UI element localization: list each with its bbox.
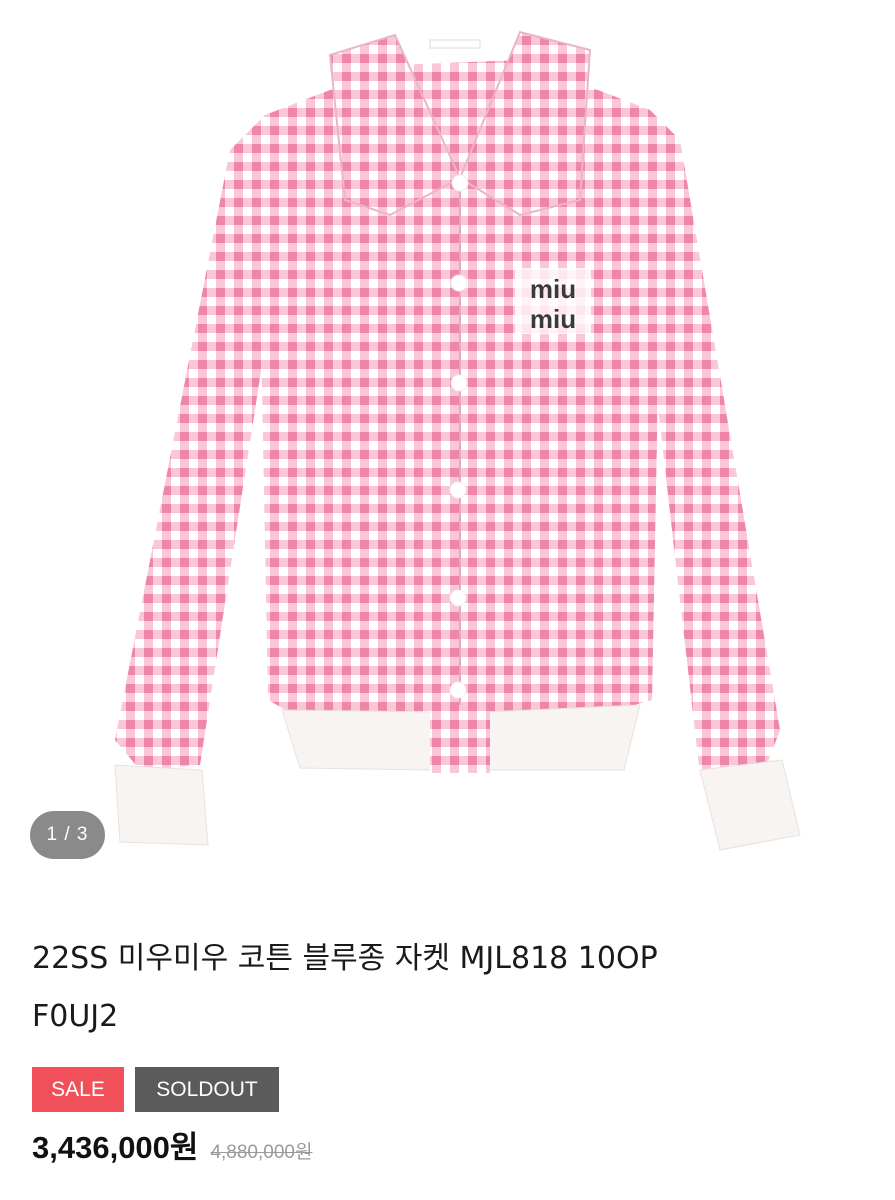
price-row: 3,436,000원 4,880,000원 <box>32 1122 312 1167</box>
logo-icon: miu miu <box>515 268 591 334</box>
svg-text:miu: miu <box>530 274 576 304</box>
badge-group: SALE SOLDOUT <box>32 1067 279 1112</box>
original-price: 4,880,000원 <box>210 1142 313 1163</box>
soldout-badge: SOLDOUT <box>135 1067 279 1112</box>
sale-badge: SALE <box>32 1067 124 1112</box>
current-price: 3,436,000원 <box>32 1130 199 1165</box>
image-counter: 1 / 3 <box>30 811 105 859</box>
product-title: 22SS 미우미우 코튼 블루종 자켓 MJL818 10OP F0UJ2 <box>32 930 832 1046</box>
svg-text:miu: miu <box>530 304 576 334</box>
product-title-line1: 22SS 미우미우 코튼 블루종 자켓 MJL818 10OP <box>32 941 658 976</box>
product-title-line2: F0UJ2 <box>32 999 119 1034</box>
product-image: miu miu <box>114 30 801 851</box>
product-image-gallery[interactable]: miu miu 1 / 3 <box>0 0 895 880</box>
